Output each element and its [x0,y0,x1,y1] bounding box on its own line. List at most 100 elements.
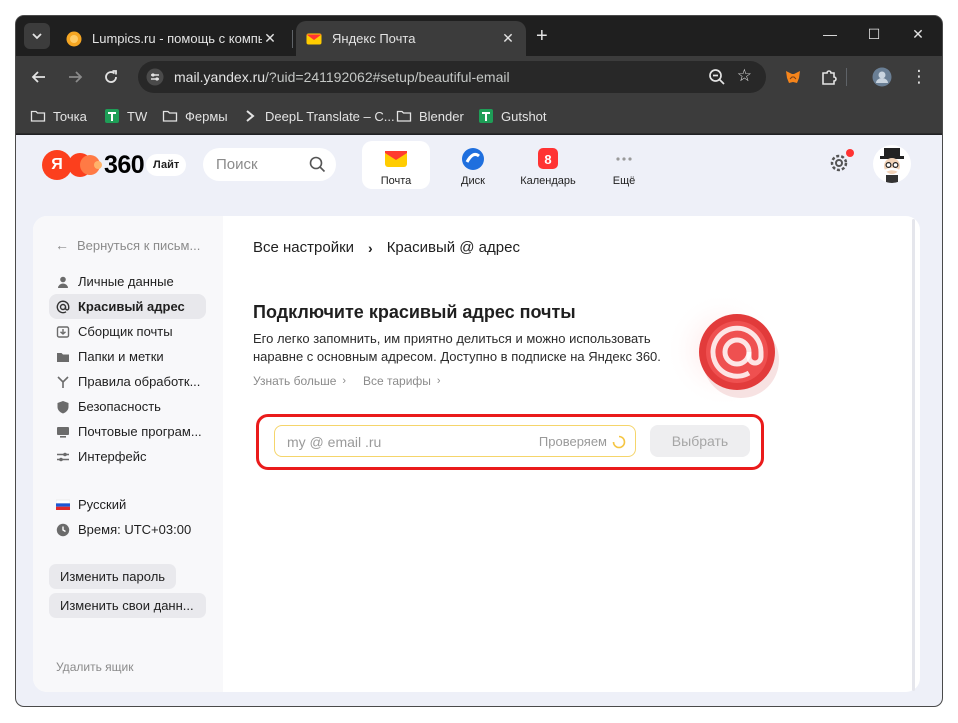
lumpics-favicon-icon [66,31,82,46]
browser-menu-icon[interactable]: ⋮ [908,66,930,88]
folder-icon [30,110,46,122]
bookmark-tochka[interactable]: Точка [30,107,87,125]
sidebar-item-label: Сборщик почты [78,324,173,339]
service-label: Почта [380,175,412,187]
service-calendar[interactable]: 8 Календарь [514,141,582,189]
bookmark-label: Blender [419,108,464,124]
sidebar-item-mail-collector[interactable]: Сборщик почты [49,319,206,344]
tab-lumpics[interactable]: Lumpics.ru - помощь с компьютером ✕ [56,21,288,56]
service-label: Календарь [520,175,576,187]
breadcrumb-all-settings[interactable]: Все настройки [253,239,354,256]
chevron-right-icon: › [436,375,441,387]
site-settings-icon[interactable] [146,68,164,86]
sliders-icon [57,452,69,461]
clock-icon [56,523,70,536]
bookmark-label: TW [127,108,148,124]
plan-badge[interactable]: Лайт [146,154,187,176]
sidebar-item-label: Интерфейс [78,449,147,464]
calendar-icon: 8 [538,148,558,169]
bookmark-fermy[interactable]: Фермы [162,107,228,125]
breadcrumb-current: Красивый @ адрес [386,239,520,256]
forward-arrow-icon[interactable] [64,66,86,88]
back-to-mail-link[interactable]: ← Вернуться к письм... [55,237,200,253]
service-more[interactable]: Ещё [590,141,658,189]
language-label: Русский [78,497,127,512]
folder-icon [57,352,69,362]
at-icon [56,300,70,313]
person-icon [58,276,68,288]
profile-avatar-icon[interactable] [871,66,893,88]
back-label: Вернуться к письм... [77,237,201,253]
email-address-input[interactable]: my @ email .ru Проверяем [274,425,636,457]
sidebar-item-mail-programs[interactable]: Почтовые програм... [49,419,206,444]
folder-icon [396,110,412,122]
yandex-mail-favicon-icon [306,33,322,44]
new-tab-button[interactable]: + [536,25,548,48]
email-placeholder: my @ email .ru [287,434,382,450]
mail-programs-icon [57,426,69,438]
service-mail[interactable]: Почта [362,141,430,189]
service-disk[interactable]: Диск [439,141,507,189]
service-label: Диск [461,175,485,187]
url-text: mail.yandex.ru/?uid=241192062#setup/beau… [174,69,510,85]
timezone-selector[interactable]: Время: UTC+03:00 [49,517,206,542]
change-data-button[interactable]: Изменить свои данн... [49,593,206,618]
search-input[interactable]: Поиск [203,148,336,181]
url-host: mail.yandex.ru [174,69,266,85]
sidebar-item-label: Папки и метки [78,349,164,364]
avatar-icon [880,148,904,183]
reload-icon[interactable] [100,66,122,88]
minimize-icon[interactable]: — [820,26,840,42]
tab-title: Lumpics.ru - помощь с компьютером [92,31,262,46]
rules-icon [57,375,69,388]
checking-status: Проверяем [538,434,607,449]
zoom-out-icon[interactable] [708,68,726,86]
extensions-puzzle-icon[interactable] [818,66,840,88]
tab-search-button[interactable] [24,23,50,49]
sidebar-item-label: Красивый адрес [78,299,185,314]
browser-window: Lumpics.ru - помощь с компьютером ✕ Янде… [16,16,942,706]
back-arrow-icon[interactable] [28,66,50,88]
url-path: /?uid=241192062#setup/beautiful-email [265,69,510,85]
learn-more-label: Узнать больше [253,374,337,388]
sidebar-item-rules[interactable]: Правила обработк... [49,369,206,394]
bookmark-gutshot[interactable]: Gutshot [478,107,547,125]
logo-360-dots-icon [68,153,102,177]
sidebar-item-label: Безопасность [78,399,161,414]
chevron-right-icon: › [342,375,347,387]
choose-button[interactable]: Выбрать [650,425,750,457]
user-avatar[interactable] [873,145,911,183]
learn-more-link[interactable]: Узнать больше › [253,374,346,388]
delete-mailbox-link[interactable]: Удалить ящик [56,660,133,674]
sidebar-item-personal-data[interactable]: Личные данные [49,269,206,294]
beautiful-address-form: my @ email .ru Проверяем Выбрать [256,414,764,470]
at-sign-illustration-icon [665,292,781,408]
maximize-icon[interactable]: ☐ [864,26,884,43]
bookmark-label: DeepL Translate – С... [265,108,395,124]
bookmark-blender[interactable]: Blender [396,107,464,125]
close-tab-icon[interactable]: ✕ [500,30,516,47]
tab-strip: Lumpics.ru - помощь с компьютером ✕ Янде… [16,16,942,56]
sidebar-item-interface[interactable]: Интерфейс [49,444,206,469]
close-tab-icon[interactable]: ✕ [262,30,278,47]
all-plans-link[interactable]: Все тарифы › [363,374,441,388]
bookmark-tw[interactable]: TW [104,107,147,125]
change-password-button[interactable]: Изменить пароль [49,564,177,589]
tab-yandex-mail[interactable]: Яндекс Почта ✕ [296,21,526,56]
bookmark-star-icon[interactable]: ☆ [737,66,752,86]
page-title: Подключите красивый адрес почты [253,302,576,322]
address-bar[interactable]: mail.yandex.ru/?uid=241192062#setup/beau… [138,61,766,93]
yandex-360-logo[interactable]: Я 360 [42,150,145,180]
close-window-icon[interactable]: ✕ [908,26,928,43]
sidebar-item-security[interactable]: Безопасность [49,394,206,419]
scrollbar[interactable] [912,219,915,691]
tab-title: Яндекс Почта [332,31,416,46]
sidebar-item-folders-labels[interactable]: Папки и метки [49,344,206,369]
bookmark-deepl[interactable]: DeepL Translate – С... [242,107,395,125]
sidebar-item-label: Почтовые програм... [78,424,202,439]
metamask-extension-icon[interactable] [782,66,804,88]
sidebar-item-beautiful-address[interactable]: Красивый адрес [49,294,206,319]
language-selector[interactable]: Русский [49,492,206,517]
service-label: Ещё [612,175,636,187]
settings-card: ← Вернуться к письм... Личные данные Кра… [33,216,920,692]
